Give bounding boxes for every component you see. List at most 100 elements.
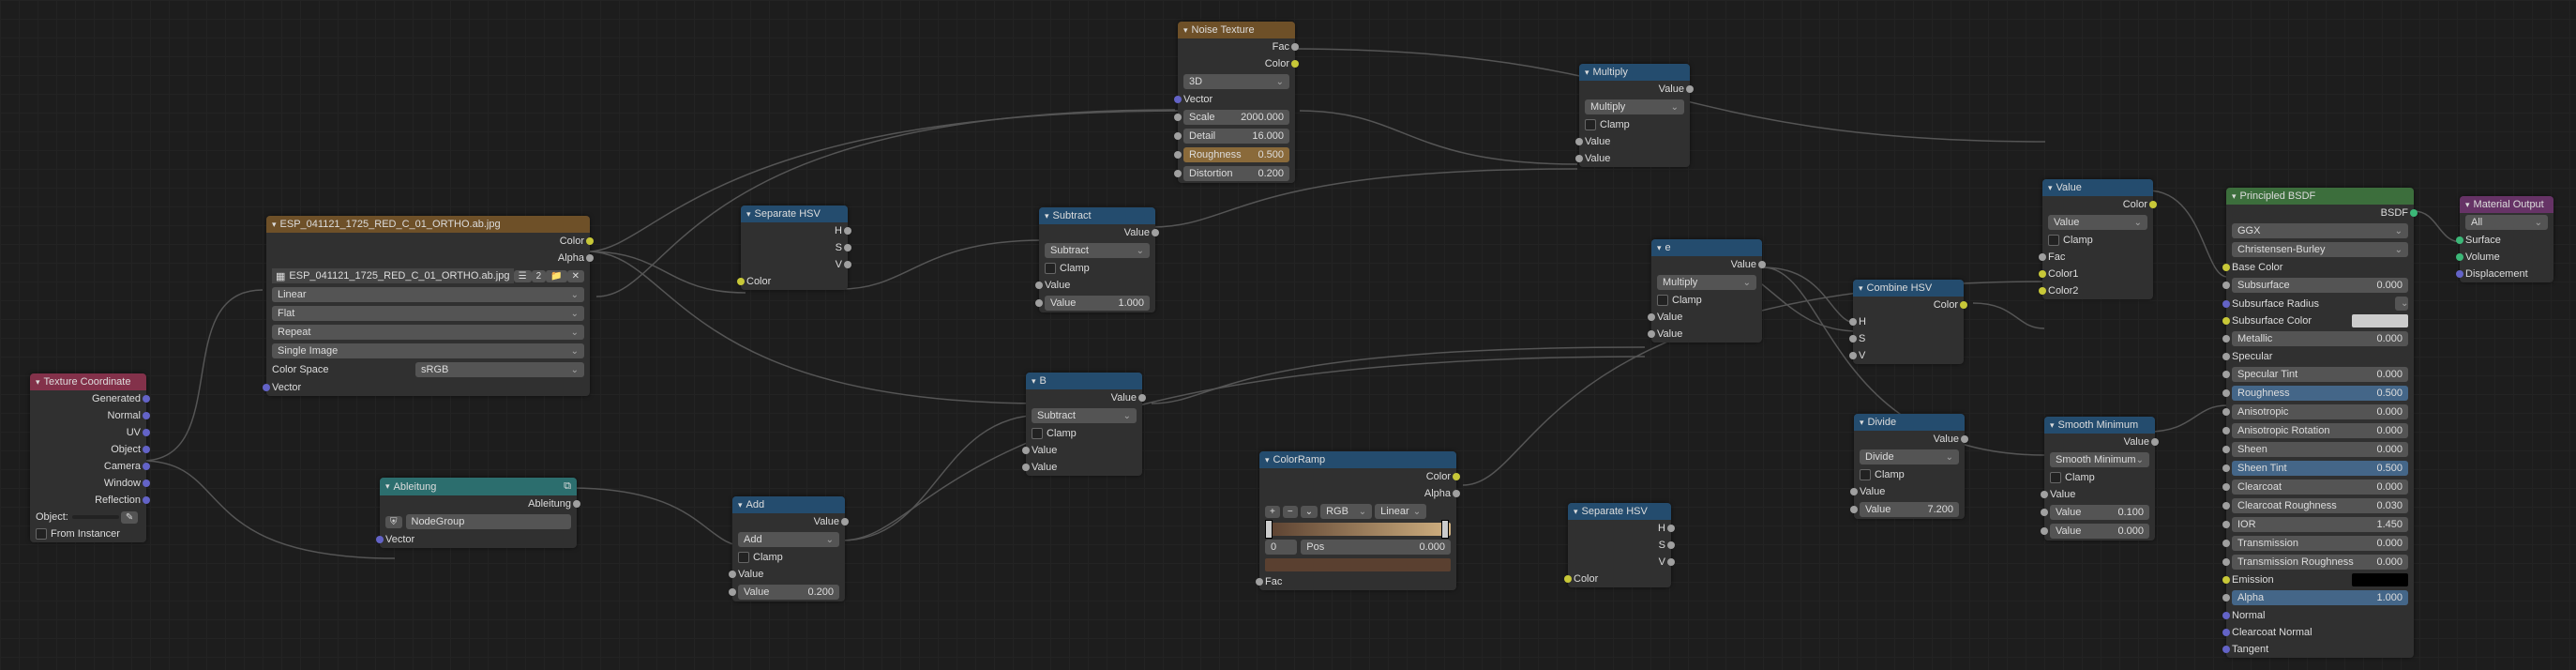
- input-roughness[interactable]: Roughness0.500: [2226, 384, 2414, 403]
- collapse-icon[interactable]: ▾: [1859, 283, 1863, 294]
- node-math-multiply[interactable]: ▾Multiply Value Multiply Clamp Value Val…: [1579, 64, 1690, 167]
- operation-dropdown[interactable]: Subtract: [1045, 243, 1150, 258]
- node-header[interactable]: ▾Separate HSV: [741, 206, 848, 222]
- node-mix-value[interactable]: ▾Value Color Value Clamp Fac Color1 Colo…: [2042, 179, 2153, 299]
- input-sheen[interactable]: Sheen0.000: [2226, 440, 2414, 459]
- input-anisotropic-rotation[interactable]: Anisotropic Rotation0.000: [2226, 421, 2414, 440]
- blend-mode-dropdown[interactable]: Value: [2048, 215, 2147, 230]
- clamp-checkbox[interactable]: Clamp: [1651, 292, 1762, 309]
- input-detail[interactable]: Detail16.000: [1178, 127, 1295, 145]
- input-alpha[interactable]: Alpha1.000: [2226, 588, 2414, 607]
- node-header[interactable]: ▾Texture Coordinate: [30, 373, 146, 390]
- input-distortion[interactable]: Distortion0.200: [1178, 164, 1295, 183]
- input-specular-tint[interactable]: Specular Tint0.000: [2226, 365, 2414, 384]
- add-stop-button[interactable]: +: [1265, 506, 1280, 518]
- input-subsurface[interactable]: Subsurface0.000: [2226, 276, 2414, 295]
- input-scale[interactable]: Scale2000.000: [1178, 108, 1295, 127]
- dimensions-dropdown[interactable]: 3D: [1183, 74, 1289, 89]
- input-value-2[interactable]: Value7.200: [1854, 500, 1965, 519]
- input-emission[interactable]: Emission: [2226, 571, 2414, 588]
- clamp-checkbox[interactable]: Clamp: [1579, 116, 1690, 133]
- input-roughness[interactable]: Roughness0.500: [1178, 145, 1295, 164]
- node-principled-bsdf[interactable]: ▾Principled BSDF BSDF GGX Christensen-Bu…: [2226, 188, 2414, 658]
- projection-dropdown[interactable]: Flat: [272, 306, 584, 321]
- source-dropdown[interactable]: Single Image: [272, 343, 584, 358]
- stop-position[interactable]: Pos0.000: [1301, 540, 1451, 555]
- collapse-icon[interactable]: ▾: [738, 500, 743, 510]
- node-math-smooth-minimum[interactable]: ▾Smooth Minimum Value Smooth Minimum Cla…: [2044, 417, 2155, 541]
- node-header[interactable]: ▾ESP_041121_1725_RED_C_01_ORTHO.ab.jpg: [266, 216, 590, 233]
- nodegroup-picker[interactable]: ⛨NodeGroup: [380, 512, 577, 531]
- node-header[interactable]: ▾e: [1651, 239, 1762, 256]
- eyedropper-icon[interactable]: ✎: [121, 511, 138, 524]
- browse-icon[interactable]: ☰: [514, 270, 532, 282]
- clamp-checkbox[interactable]: Clamp: [732, 549, 845, 566]
- collapse-icon[interactable]: ▾: [1045, 211, 1049, 221]
- collapse-icon[interactable]: ▾: [1860, 418, 1864, 428]
- input-clearcoat-roughness[interactable]: Clearcoat Roughness0.030: [2226, 496, 2414, 515]
- collapse-icon[interactable]: ▾: [1657, 243, 1662, 253]
- node-header[interactable]: ▾Smooth Minimum: [2044, 417, 2155, 434]
- sss-method-dropdown[interactable]: Christensen-Burley: [2232, 242, 2408, 257]
- clamp-checkbox[interactable]: Clamp: [1854, 466, 1965, 483]
- tools-icon[interactable]: ⌄: [1301, 506, 1318, 518]
- input-value-2[interactable]: Value1.000: [1039, 294, 1155, 312]
- input-value-2[interactable]: Value0.100: [2044, 503, 2155, 522]
- node-texture-coordinate[interactable]: ▾Texture Coordinate Generated Normal UV …: [30, 373, 146, 542]
- stop-color-swatch[interactable]: [1265, 558, 1451, 571]
- node-header[interactable]: ▾Add: [732, 496, 845, 513]
- collapse-icon[interactable]: ▾: [2465, 200, 2470, 210]
- target-dropdown[interactable]: All: [2465, 215, 2548, 230]
- operation-dropdown[interactable]: Subtract: [1032, 408, 1137, 423]
- node-ableitung[interactable]: ▾Ableitung⧉ Ableitung ⛨NodeGroup Vector: [380, 478, 577, 548]
- node-image-texture[interactable]: ▾ESP_041121_1725_RED_C_01_ORTHO.ab.jpg C…: [266, 216, 590, 396]
- node-separate-hsv-2[interactable]: ▾Separate HSV H S V Color: [1568, 503, 1671, 587]
- collapse-icon[interactable]: ▾: [2050, 420, 2055, 431]
- collapse-icon[interactable]: ▾: [272, 220, 277, 230]
- operation-dropdown[interactable]: Divide: [1860, 449, 1959, 464]
- node-separate-hsv-1[interactable]: ▾Separate HSV H S V Color: [741, 206, 848, 290]
- clamp-checkbox[interactable]: Clamp: [1026, 425, 1142, 442]
- input-ior[interactable]: IOR1.450: [2226, 515, 2414, 534]
- input-value-3[interactable]: Value0.000: [2044, 522, 2155, 541]
- input-transmission-roughness[interactable]: Transmission Roughness0.000: [2226, 553, 2414, 571]
- collapse-icon[interactable]: ▾: [1183, 25, 1188, 36]
- operation-dropdown[interactable]: Smooth Minimum: [2050, 452, 2149, 467]
- node-header[interactable]: ▾ColorRamp: [1259, 451, 1456, 468]
- collapse-icon[interactable]: ▾: [2232, 191, 2237, 202]
- shield-icon[interactable]: ⛨: [385, 516, 402, 528]
- node-header[interactable]: ▾Separate HSV: [1568, 503, 1671, 520]
- input-value-2[interactable]: Value0.200: [732, 583, 845, 601]
- node-header[interactable]: ▾Principled BSDF: [2226, 188, 2414, 205]
- from-instancer-checkbox[interactable]: From Instancer: [30, 525, 146, 542]
- unlink-icon[interactable]: 2: [532, 270, 547, 282]
- node-header[interactable]: ▾Value: [2042, 179, 2153, 196]
- node-noise-texture[interactable]: ▾Noise Texture Fac Color 3D Vector Scale…: [1178, 22, 1295, 183]
- interp-dropdown[interactable]: Linear: [1375, 504, 1426, 519]
- group-icon[interactable]: ⧉: [564, 480, 571, 493]
- clamp-checkbox[interactable]: Clamp: [1039, 260, 1155, 277]
- collapse-icon[interactable]: ▾: [1032, 376, 1036, 387]
- node-header[interactable]: ▾Noise Texture: [1178, 22, 1295, 38]
- open-icon[interactable]: 📁: [546, 270, 566, 282]
- node-math-divide[interactable]: ▾Divide Value Divide Clamp Value Value7.…: [1854, 414, 1965, 519]
- node-header[interactable]: ▾Material Output: [2460, 196, 2553, 213]
- color-ramp-gradient[interactable]: [1265, 523, 1451, 536]
- extension-dropdown[interactable]: Repeat: [272, 325, 584, 340]
- colorspace-row[interactable]: Color SpacesRGB: [266, 360, 590, 379]
- collapse-icon[interactable]: ▾: [36, 377, 40, 388]
- input-subsurface-color[interactable]: Subsurface Color: [2226, 312, 2414, 329]
- collapse-icon[interactable]: ▾: [1585, 68, 1589, 78]
- node-math-b[interactable]: ▾B Value Subtract Clamp Value Value: [1026, 373, 1142, 476]
- node-header[interactable]: ▾Combine HSV: [1853, 280, 1964, 297]
- color-mode-dropdown[interactable]: RGB: [1320, 504, 1372, 519]
- input-subsurface-radius[interactable]: Subsurface Radius: [2226, 295, 2414, 312]
- node-math-e[interactable]: ▾e Value Multiply Clamp Value Value: [1651, 239, 1762, 343]
- node-header[interactable]: ▾Ableitung⧉: [380, 478, 577, 495]
- collapse-icon[interactable]: ▾: [1574, 507, 1578, 517]
- stop-index[interactable]: 0: [1265, 540, 1297, 555]
- image-row[interactable]: ▦ESP_041121_1725_RED_C_01_ORTHO.ab.jpg ☰…: [266, 266, 590, 285]
- operation-dropdown[interactable]: Add: [738, 532, 839, 547]
- distribution-dropdown[interactable]: GGX: [2232, 223, 2408, 238]
- node-material-output[interactable]: ▾Material Output All Surface Volume Disp…: [2460, 196, 2553, 282]
